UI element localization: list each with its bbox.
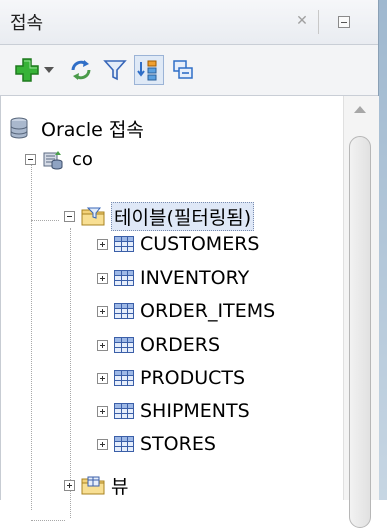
table-icon	[114, 370, 134, 386]
close-icon[interactable]: ✕	[294, 13, 310, 29]
tree-root-label: Oracle 접속	[41, 118, 144, 141]
table-label: SHIPMENTS	[140, 400, 250, 422]
table-node-shipments[interactable]: SHIPMENTS	[97, 397, 250, 425]
expand-toggle-icon[interactable]	[97, 339, 108, 351]
schema-browser-icon[interactable]	[134, 55, 164, 85]
tables-folder-label: 테이블(필터링됨)	[111, 201, 255, 231]
tree-guide-line	[31, 220, 59, 221]
table-node-inventory[interactable]: INVENTORY	[97, 264, 249, 292]
table-node-products[interactable]: PRODUCTS	[97, 364, 245, 392]
tree-node-views-folder[interactable]: 뷰	[64, 471, 128, 499]
add-connection-icon[interactable]	[12, 55, 42, 85]
scrollbar-thumb[interactable]	[349, 136, 371, 528]
collapse-toggle-icon[interactable]	[64, 210, 75, 222]
window-edge	[378, 0, 387, 500]
table-label: ORDER_ITEMS	[140, 300, 276, 322]
tree-node-tables-folder[interactable]: 테이블(필터링됨)	[64, 201, 255, 231]
dropdown-arrow-icon[interactable]	[40, 55, 58, 85]
vertical-scrollbar[interactable]	[343, 96, 379, 528]
expand-toggle-icon[interactable]	[97, 305, 108, 317]
panel-title: 접속	[10, 13, 44, 34]
table-node-orders[interactable]: ORDERS	[97, 331, 220, 359]
table-label: STORES	[140, 433, 216, 455]
tree-node-connection-co[interactable]: co	[25, 145, 93, 173]
expand-toggle-icon[interactable]	[97, 405, 108, 417]
collapse-toggle-icon[interactable]	[25, 153, 36, 165]
refresh-icon[interactable]	[66, 55, 96, 85]
toolbar	[0, 45, 378, 96]
collapse-icon[interactable]	[168, 55, 198, 85]
tree-root-oracle-connections[interactable]: Oracle 접속	[9, 114, 144, 142]
views-folder-label: 뷰	[111, 475, 129, 498]
table-icon	[114, 436, 134, 452]
expand-toggle-icon[interactable]	[64, 479, 75, 491]
table-label: ORDERS	[140, 334, 221, 356]
connections-tree: Oracle 접속 co 테이블(필터링됨) CUSTOMERS INVENTO…	[0, 96, 344, 521]
table-node-customers[interactable]: CUSTOMERS	[97, 230, 259, 258]
table-node-order-items[interactable]: ORDER_ITEMS	[97, 297, 275, 325]
tree-guide-line	[31, 520, 65, 521]
expand-toggle-icon[interactable]	[97, 238, 108, 250]
table-label: CUSTOMERS	[140, 233, 260, 255]
filtered-folder-icon	[81, 207, 105, 226]
table-icon	[114, 403, 134, 419]
table-icon	[114, 303, 134, 319]
title-divider	[318, 10, 319, 34]
table-icon	[114, 270, 134, 286]
expand-toggle-icon[interactable]	[97, 438, 108, 450]
expand-toggle-icon[interactable]	[97, 272, 108, 284]
minimize-icon[interactable]	[338, 16, 350, 28]
connection-icon	[43, 151, 63, 170]
table-icon	[114, 337, 134, 353]
scroll-up-arrow-icon[interactable]	[354, 106, 366, 113]
tree-guide-line	[31, 162, 32, 510]
table-node-stores[interactable]: STORES	[97, 430, 216, 458]
filter-icon[interactable]	[100, 55, 130, 85]
expand-toggle-icon[interactable]	[97, 372, 108, 384]
table-label: INVENTORY	[140, 267, 250, 289]
panel-title-bar: 접속 ✕	[0, 0, 387, 45]
table-label: PRODUCTS	[140, 367, 246, 389]
connection-label: co	[72, 148, 93, 170]
database-icon	[10, 117, 28, 139]
table-icon	[114, 236, 134, 252]
views-folder-icon	[81, 476, 105, 495]
